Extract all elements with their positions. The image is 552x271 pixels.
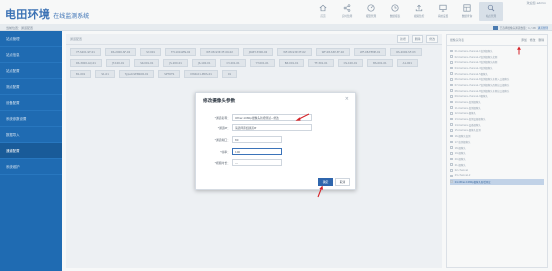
annotation-arrow-icon: [517, 46, 521, 55]
channel-port-input[interactable]: 80: [232, 136, 282, 143]
field-label: *视频时长：: [214, 160, 230, 165]
cancel-button[interactable]: 取消: [335, 178, 350, 186]
field-label: *通道端口：: [214, 137, 230, 142]
field-label: *帧率：: [220, 149, 230, 154]
dialog-title: 修改摄像头参数: [203, 99, 236, 104]
close-icon[interactable]: ×: [345, 96, 349, 102]
field-frame-rate: *帧率： 100: [196, 148, 282, 155]
field-channel-port: *通道端口： 80: [196, 136, 282, 143]
annotation-arrow-icon: [317, 185, 323, 198]
field-label: *通道名称：: [214, 115, 230, 120]
channel-ip-input[interactable]: 请选择添加通道IP: [232, 124, 312, 131]
frame-rate-input[interactable]: 100: [232, 148, 282, 155]
video-duration-input[interactable]: ---: [232, 159, 282, 166]
field-video-duration: *视频时长： ---: [196, 159, 282, 166]
field-channel-ip: *通道IP： 请选择添加通道IP: [196, 124, 312, 131]
edit-camera-dialog: 修改摄像头参数 × *通道名称： Other-1080p摄像头新增测试—修改 *…: [195, 92, 356, 190]
field-label: *通道IP：: [217, 125, 230, 130]
annotation-arrow-icon: [295, 113, 310, 121]
